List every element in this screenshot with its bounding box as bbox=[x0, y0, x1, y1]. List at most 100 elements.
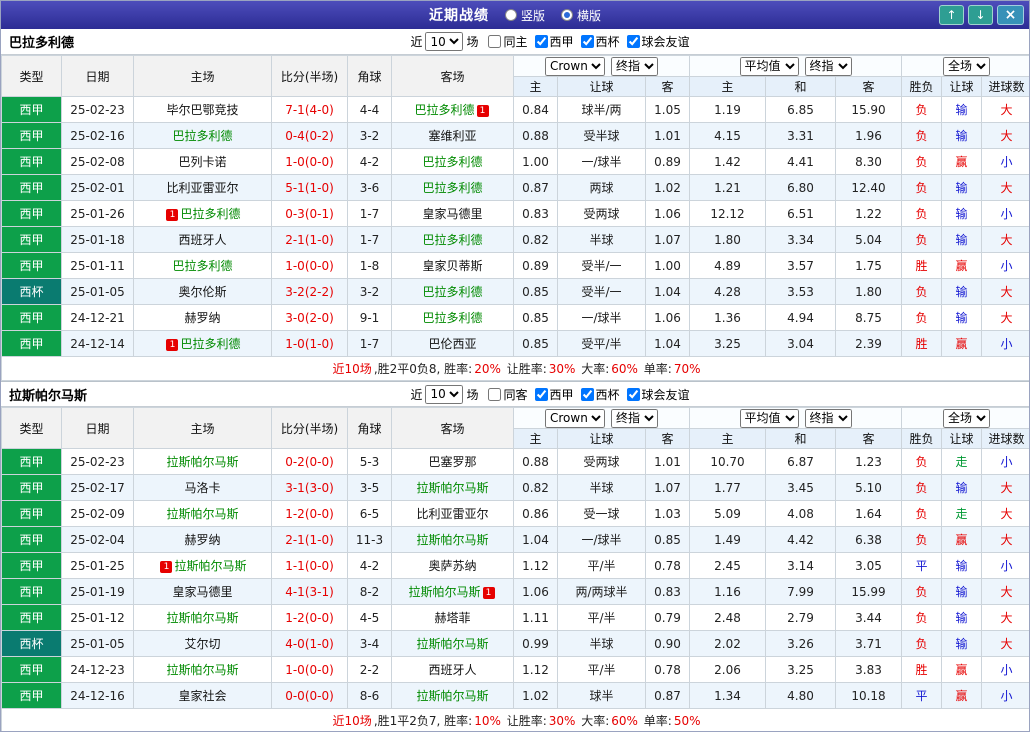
asian-stage-select[interactable]: 终指 bbox=[611, 408, 658, 428]
team-name[interactable]: 拉斯帕尔马斯 bbox=[166, 611, 238, 625]
close-button[interactable]: × bbox=[997, 5, 1024, 25]
team-name[interactable]: 拉斯帕尔马斯 bbox=[166, 455, 238, 469]
team-name[interactable]: 赫罗纳 bbox=[184, 533, 220, 547]
score-cell[interactable]: 1-1(0-0) bbox=[271, 552, 348, 579]
scope-select[interactable]: 全场 bbox=[943, 56, 991, 76]
score-cell[interactable]: 0-3(0-1) bbox=[271, 200, 348, 227]
score-cell[interactable]: 7-1(4-0) bbox=[271, 96, 348, 123]
team-name[interactable]: 赫罗纳 bbox=[184, 311, 220, 325]
score-cell[interactable]: 1-0(0-0) bbox=[271, 148, 348, 175]
team-name[interactable]: 拉斯帕尔马斯 bbox=[416, 533, 488, 547]
team-name[interactable]: 比利亚雷亚尔 bbox=[416, 507, 488, 521]
filter-checkbox[interactable] bbox=[534, 35, 548, 48]
team-name[interactable]: 皇家贝蒂斯 bbox=[422, 259, 482, 273]
team-name[interactable]: 拉斯帕尔马斯 bbox=[174, 559, 246, 573]
scope-select[interactable]: 全场 bbox=[943, 408, 991, 428]
score-cell[interactable]: 1-0(0-0) bbox=[271, 252, 348, 279]
team-name[interactable]: 巴拉多利德 bbox=[180, 207, 240, 221]
bookmaker-select[interactable]: Crown bbox=[545, 408, 605, 428]
filter-checkbox[interactable] bbox=[534, 387, 548, 401]
score-cell[interactable]: 0-2(0-0) bbox=[271, 448, 348, 475]
team-name[interactable]: 巴拉多利德 bbox=[172, 129, 232, 143]
filter-option[interactable]: 西甲 bbox=[534, 386, 574, 403]
team-name[interactable]: 巴拉多利德 bbox=[414, 103, 474, 117]
filter-checkbox[interactable] bbox=[580, 35, 594, 48]
team-name[interactable]: 赫塔菲 bbox=[434, 611, 470, 625]
team-name[interactable]: 拉斯帕尔马斯 bbox=[166, 507, 238, 521]
team-name[interactable]: 皇家马德里 bbox=[172, 585, 232, 599]
team-name[interactable]: 塞维利亚 bbox=[428, 129, 476, 143]
filter-checkbox[interactable] bbox=[488, 387, 502, 401]
euro-source-select[interactable]: 平均值 bbox=[739, 408, 799, 428]
score-cell[interactable]: 1-2(0-0) bbox=[271, 604, 348, 631]
radio-icon[interactable] bbox=[504, 9, 517, 21]
filter-option[interactable]: 同主 bbox=[488, 33, 528, 50]
filter-option[interactable]: 同客 bbox=[488, 386, 528, 403]
team-name[interactable]: 巴伦西亚 bbox=[428, 337, 476, 351]
team-name[interactable]: 巴拉多利德 bbox=[422, 181, 482, 195]
filter-option[interactable]: 球会友谊 bbox=[626, 33, 690, 50]
filter-checkbox[interactable] bbox=[580, 387, 594, 401]
team-name[interactable]: 巴拉多利德 bbox=[180, 337, 240, 351]
team-name[interactable]: 比利亚雷亚尔 bbox=[166, 181, 238, 195]
team-name[interactable]: 艾尔切 bbox=[184, 637, 220, 651]
team-name[interactable]: 拉斯帕尔马斯 bbox=[416, 481, 488, 495]
score-cell[interactable]: 1-0(0-0) bbox=[271, 656, 348, 683]
team-name[interactable]: 奥尔伦斯 bbox=[178, 285, 226, 299]
team-name[interactable]: 拉斯帕尔马斯 bbox=[416, 689, 488, 703]
team-name[interactable]: 马洛卡 bbox=[184, 481, 220, 495]
filter-option[interactable]: 球会友谊 bbox=[626, 386, 690, 403]
layout-horizontal-radio[interactable]: 横版 bbox=[561, 7, 601, 24]
layout-vertical-radio[interactable]: 竖版 bbox=[504, 7, 545, 24]
team-name[interactable]: 皇家马德里 bbox=[422, 207, 482, 221]
euro-away-odds: 1.80 bbox=[834, 278, 903, 305]
score-cell[interactable]: 0-0(0-0) bbox=[271, 682, 348, 709]
euro-stage-select[interactable]: 终指 bbox=[804, 56, 852, 76]
filter-checkbox[interactable] bbox=[626, 35, 640, 48]
match-count-select[interactable]: 10 bbox=[425, 384, 464, 404]
score-cell[interactable]: 4-1(3-1) bbox=[271, 578, 348, 605]
team-name[interactable]: 巴列卡诺 bbox=[178, 155, 226, 169]
team-name[interactable]: 皇家社会 bbox=[178, 689, 226, 703]
away-team-cell: 拉斯帕尔马斯 bbox=[391, 682, 514, 709]
filter-checkbox[interactable] bbox=[626, 387, 640, 401]
score-cell[interactable]: 2-1(1-0) bbox=[271, 226, 348, 253]
team-name[interactable]: 拉斯帕尔马斯 bbox=[166, 663, 238, 677]
euro-source-select[interactable]: 平均值 bbox=[739, 56, 799, 76]
date-cell: 25-01-18 bbox=[61, 226, 134, 253]
team-name[interactable]: 巴拉多利德 bbox=[422, 155, 482, 169]
date-cell: 25-02-23 bbox=[61, 96, 134, 123]
score-cell[interactable]: 5-1(1-0) bbox=[271, 174, 348, 201]
bookmaker-select[interactable]: Crown bbox=[545, 56, 605, 76]
team-name[interactable]: 奥萨苏纳 bbox=[428, 559, 476, 573]
team-name[interactable]: 巴拉多利德 bbox=[422, 285, 482, 299]
euro-stage-select[interactable]: 终指 bbox=[804, 408, 852, 428]
score-cell[interactable]: 3-0(2-0) bbox=[271, 304, 348, 331]
score-cell[interactable]: 3-2(2-2) bbox=[271, 278, 348, 305]
team-name[interactable]: 西班牙人 bbox=[178, 233, 226, 247]
team-name[interactable]: 西班牙人 bbox=[428, 663, 476, 677]
move-up-button[interactable]: ↑ bbox=[939, 5, 964, 25]
match-count-select[interactable]: 10 bbox=[425, 32, 464, 51]
team-name[interactable]: 巴拉多利德 bbox=[422, 311, 482, 325]
filter-checkbox[interactable] bbox=[488, 35, 502, 48]
score-cell[interactable]: 3-1(3-0) bbox=[271, 474, 348, 501]
radio-selected-icon[interactable] bbox=[561, 9, 573, 21]
score-cell[interactable]: 1-2(0-0) bbox=[271, 500, 348, 527]
filter-option[interactable]: 西杯 bbox=[580, 386, 620, 403]
score-cell[interactable]: 1-0(1-0) bbox=[271, 330, 348, 357]
team-name[interactable]: 巴拉多利德 bbox=[422, 233, 482, 247]
filter-option[interactable]: 西甲 bbox=[534, 33, 574, 50]
score-cell[interactable]: 4-0(1-0) bbox=[271, 630, 348, 657]
asian-stage-select[interactable]: 终指 bbox=[611, 56, 658, 76]
score-cell[interactable]: 0-4(0-2) bbox=[271, 122, 348, 149]
team-name[interactable]: 毕尔巴鄂竞技 bbox=[166, 103, 238, 117]
move-down-button[interactable]: ↓ bbox=[968, 5, 993, 25]
score-cell[interactable]: 2-1(1-0) bbox=[271, 526, 348, 553]
team-name[interactable]: 拉斯帕尔马斯 bbox=[416, 637, 488, 651]
filter-option[interactable]: 西杯 bbox=[580, 33, 620, 50]
team-name[interactable]: 巴拉多利德 bbox=[172, 259, 232, 273]
team-name[interactable]: 拉斯帕尔马斯 bbox=[408, 585, 480, 599]
euro-draw-odds: 3.26 bbox=[765, 630, 836, 657]
team-name[interactable]: 巴塞罗那 bbox=[428, 455, 476, 469]
